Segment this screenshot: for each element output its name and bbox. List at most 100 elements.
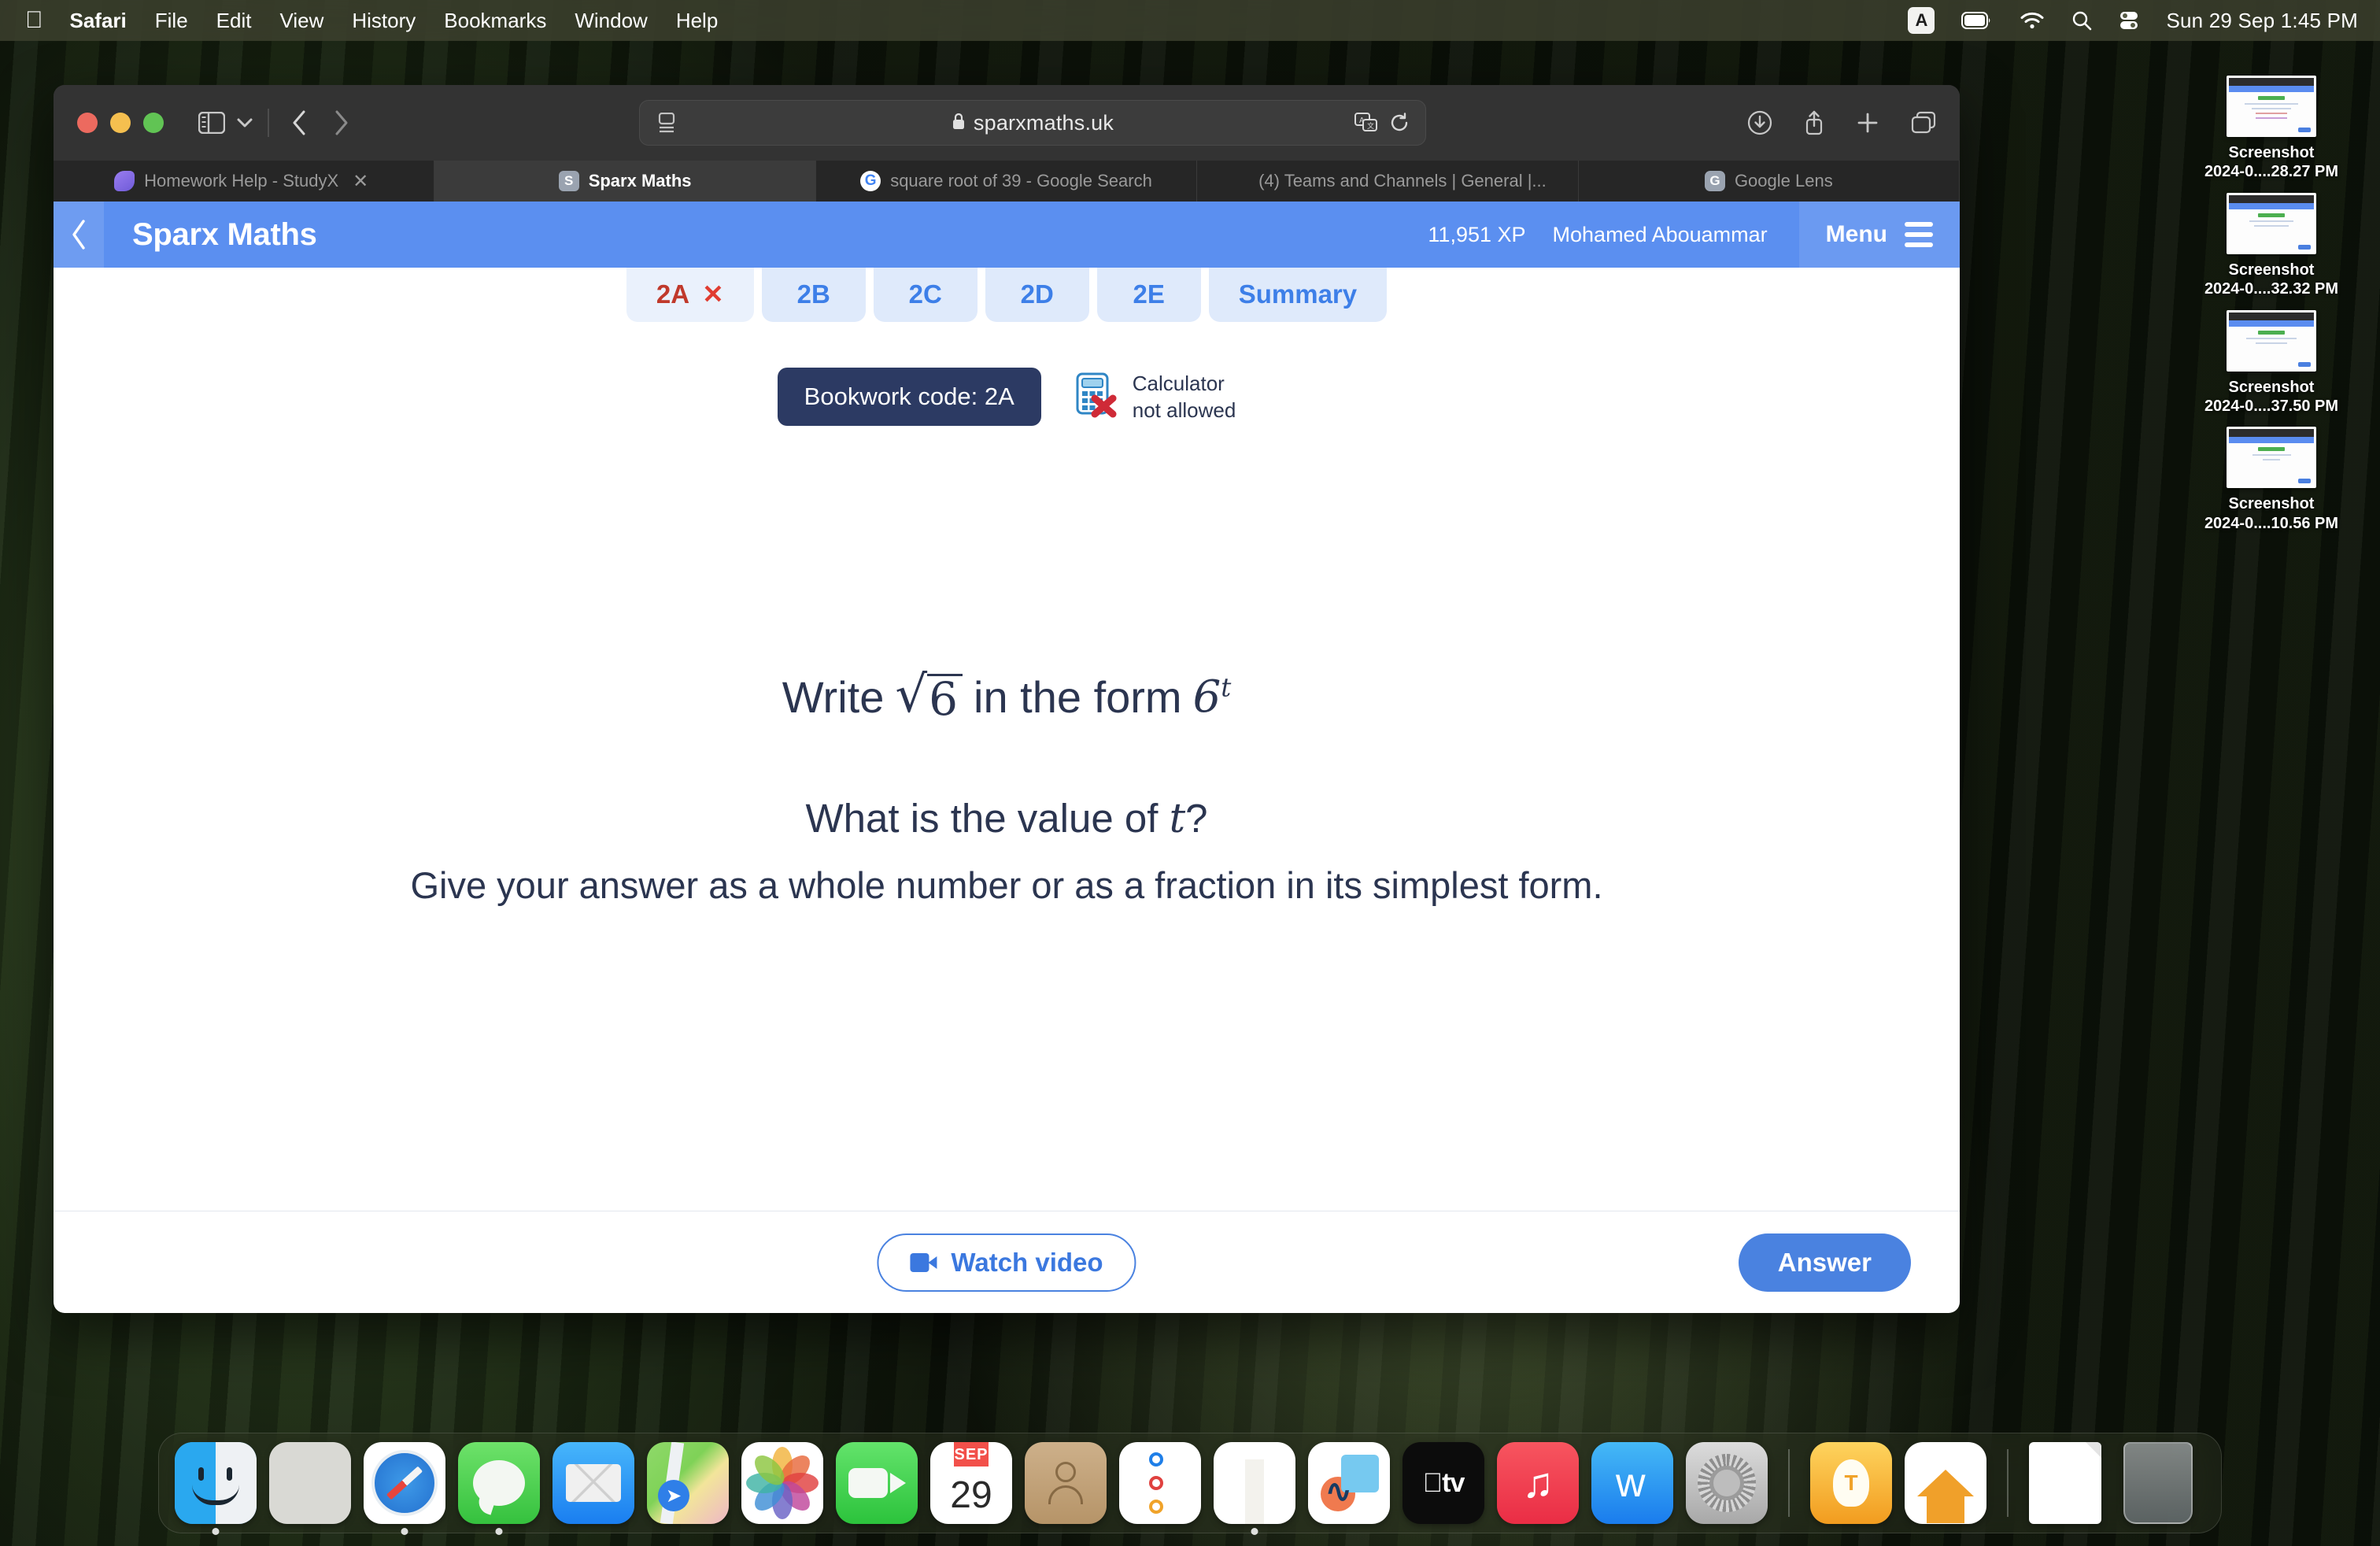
dock-item-music[interactable]: ♫	[1497, 1442, 1579, 1524]
menu-button[interactable]: Menu	[1798, 202, 1960, 268]
mail-icon	[552, 1442, 634, 1524]
browser-tab-studyx[interactable]: Homework Help - StudyX ✕	[54, 161, 435, 202]
browser-tab-google-lens[interactable]: G Google Lens	[1579, 161, 1960, 202]
messages-icon	[458, 1442, 540, 1524]
dock-item-safari[interactable]	[364, 1442, 445, 1535]
dock-item-reminders[interactable]	[1119, 1442, 1201, 1524]
translate-icon[interactable]: A文	[1354, 113, 1378, 133]
address-bar-container: sparxmaths.uk A文	[349, 100, 1716, 146]
calendar-month: SEP	[954, 1442, 989, 1466]
answer-button[interactable]: Answer	[1738, 1233, 1911, 1292]
menu-bar-status-area: A Sun 29 Sep 1:45 PM	[1908, 7, 2358, 34]
safari-icon	[364, 1442, 445, 1524]
question-tab-summary[interactable]: Summary	[1208, 268, 1388, 322]
forward-arrow-icon[interactable]	[334, 109, 349, 136]
dock-item-finder[interactable]	[175, 1442, 257, 1535]
sidebar-toggle-icon[interactable]	[198, 112, 225, 134]
dock-item-facetime[interactable]	[836, 1442, 918, 1524]
question-tab-label: 2A	[656, 279, 690, 309]
dock-item-app-store[interactable]: w	[1591, 1442, 1673, 1524]
dock-item-apple-tv[interactable]: tv	[1402, 1442, 1484, 1524]
browser-tab-teams[interactable]: (4) Teams and Channels | General |...	[1197, 161, 1579, 202]
desktop-icon-screenshot-1[interactable]: Screenshot 2024-0....28.27 PM	[2181, 76, 2362, 182]
dock-item-trash[interactable]	[2123, 1442, 2205, 1524]
dock-item-contacts[interactable]	[1025, 1442, 1107, 1524]
question-tab-2e[interactable]: 2E	[1096, 268, 1201, 322]
dock-item-freeform[interactable]: ∿	[1308, 1442, 1390, 1524]
minimize-window-button[interactable]	[110, 113, 131, 133]
dock-separator	[2007, 1449, 2009, 1517]
browser-tab-google-search[interactable]: G square root of 39 - Google Search	[816, 161, 1198, 202]
battery-icon[interactable]	[1961, 12, 1993, 29]
video-camera-icon	[910, 1252, 937, 1272]
watch-video-button[interactable]: Watch video	[877, 1233, 1136, 1292]
dock-item-launchpad[interactable]	[269, 1442, 351, 1524]
menu-item-edit[interactable]: Edit	[216, 9, 252, 33]
control-center-icon[interactable]	[2119, 10, 2139, 31]
search-icon[interactable]	[2071, 10, 2092, 31]
menu-item-view[interactable]: View	[279, 9, 323, 33]
chevron-down-icon[interactable]	[236, 117, 253, 129]
sparx-icon: S	[558, 171, 579, 191]
wifi-icon[interactable]	[2020, 11, 2045, 30]
back-arrow-icon[interactable]	[291, 109, 307, 136]
desktop-icon-screenshot-3[interactable]: Screenshot 2024-0....37.50 PM	[2181, 309, 2362, 416]
power-expression: 6t	[1193, 671, 1232, 723]
apple-logo-icon[interactable]: 	[25, 9, 43, 32]
question-middle: in the form	[974, 671, 1182, 722]
calendar-day: 29	[950, 1474, 992, 1516]
maximize-window-button[interactable]	[143, 113, 164, 133]
web-page-content: Sparx Maths 11,951 XP Mohamed Abouammar …	[54, 202, 1960, 1313]
menu-item-bookmarks[interactable]: Bookmarks	[444, 9, 546, 33]
question-tab-2d[interactable]: 2D	[985, 268, 1089, 322]
back-chevron-icon[interactable]	[54, 202, 104, 268]
dock-item-documents[interactable]	[2029, 1442, 2111, 1524]
page-title: Sparx Maths	[132, 216, 317, 252]
tab-overview-icon[interactable]	[1911, 111, 1936, 135]
dock-item-tips[interactable]: T	[1810, 1442, 1892, 1524]
label-line-1: Screenshot	[2228, 495, 2315, 513]
tab-label: Google Lens	[1734, 171, 1833, 190]
question-line-1: Write √ 6 in the form 6t	[782, 670, 1232, 723]
dock-item-calendar[interactable]: SEP 29	[930, 1442, 1012, 1524]
menu-item-safari[interactable]: Safari	[70, 9, 127, 33]
address-bar-actions: A文	[1354, 113, 1410, 133]
question-tab-2c[interactable]: 2C	[873, 268, 978, 322]
new-tab-icon[interactable]	[1856, 111, 1879, 135]
desktop-icon-label: Screenshot 2024-0....28.27 PM	[2204, 143, 2338, 182]
radicand-value: 6	[927, 673, 963, 722]
menu-bar-clock[interactable]: Sun 29 Sep 1:45 PM	[2166, 9, 2358, 33]
menu-item-window[interactable]: Window	[575, 9, 647, 33]
desktop-icon-label: Screenshot 2024-0....37.50 PM	[2204, 378, 2338, 416]
document-stack-icon	[2029, 1442, 2101, 1524]
share-icon[interactable]	[1804, 110, 1824, 135]
address-bar[interactable]: sparxmaths.uk A文	[639, 100, 1426, 146]
input-source-icon[interactable]: A	[1908, 7, 1935, 34]
dock-item-notes[interactable]	[1214, 1442, 1295, 1535]
close-window-button[interactable]	[77, 113, 98, 133]
dock-item-system-settings[interactable]	[1686, 1442, 1768, 1524]
question-tab-2a[interactable]: 2A ✕	[626, 268, 754, 322]
desktop-icon-screenshot-2[interactable]: Screenshot 2024-0....32.32 PM	[2181, 192, 2362, 299]
desktop-icon-list: Screenshot 2024-0....28.27 PM Screenshot…	[2177, 76, 2366, 533]
question-tab-2b[interactable]: 2B	[761, 268, 866, 322]
menu-item-help[interactable]: Help	[676, 9, 718, 33]
tab-close-icon[interactable]: ✕	[348, 170, 373, 193]
power-base: 6	[1192, 671, 1221, 723]
dock-item-photos[interactable]	[741, 1442, 823, 1524]
dock-item-mail[interactable]	[552, 1442, 634, 1524]
apple-tv-icon: tv	[1402, 1442, 1484, 1524]
reload-icon[interactable]	[1389, 113, 1410, 133]
menu-item-file[interactable]: File	[155, 9, 188, 33]
browser-tab-sparx-maths[interactable]: S Sparx Maths	[434, 161, 816, 202]
desktop-icon-screenshot-4[interactable]: Screenshot 2024-0....10.56 PM	[2181, 427, 2362, 533]
dock-item-maps[interactable]: ➤	[647, 1442, 729, 1524]
screenshot-thumbnail	[2227, 76, 2316, 137]
label-line-2: 2024-0....28.27 PM	[2204, 163, 2339, 181]
dock-item-messages[interactable]	[458, 1442, 540, 1535]
user-name[interactable]: Mohamed Abouammar	[1553, 223, 1768, 247]
reader-view-icon[interactable]	[657, 113, 676, 133]
downloads-icon[interactable]	[1747, 110, 1772, 135]
menu-item-history[interactable]: History	[352, 9, 416, 33]
dock-item-home[interactable]	[1905, 1442, 1986, 1524]
